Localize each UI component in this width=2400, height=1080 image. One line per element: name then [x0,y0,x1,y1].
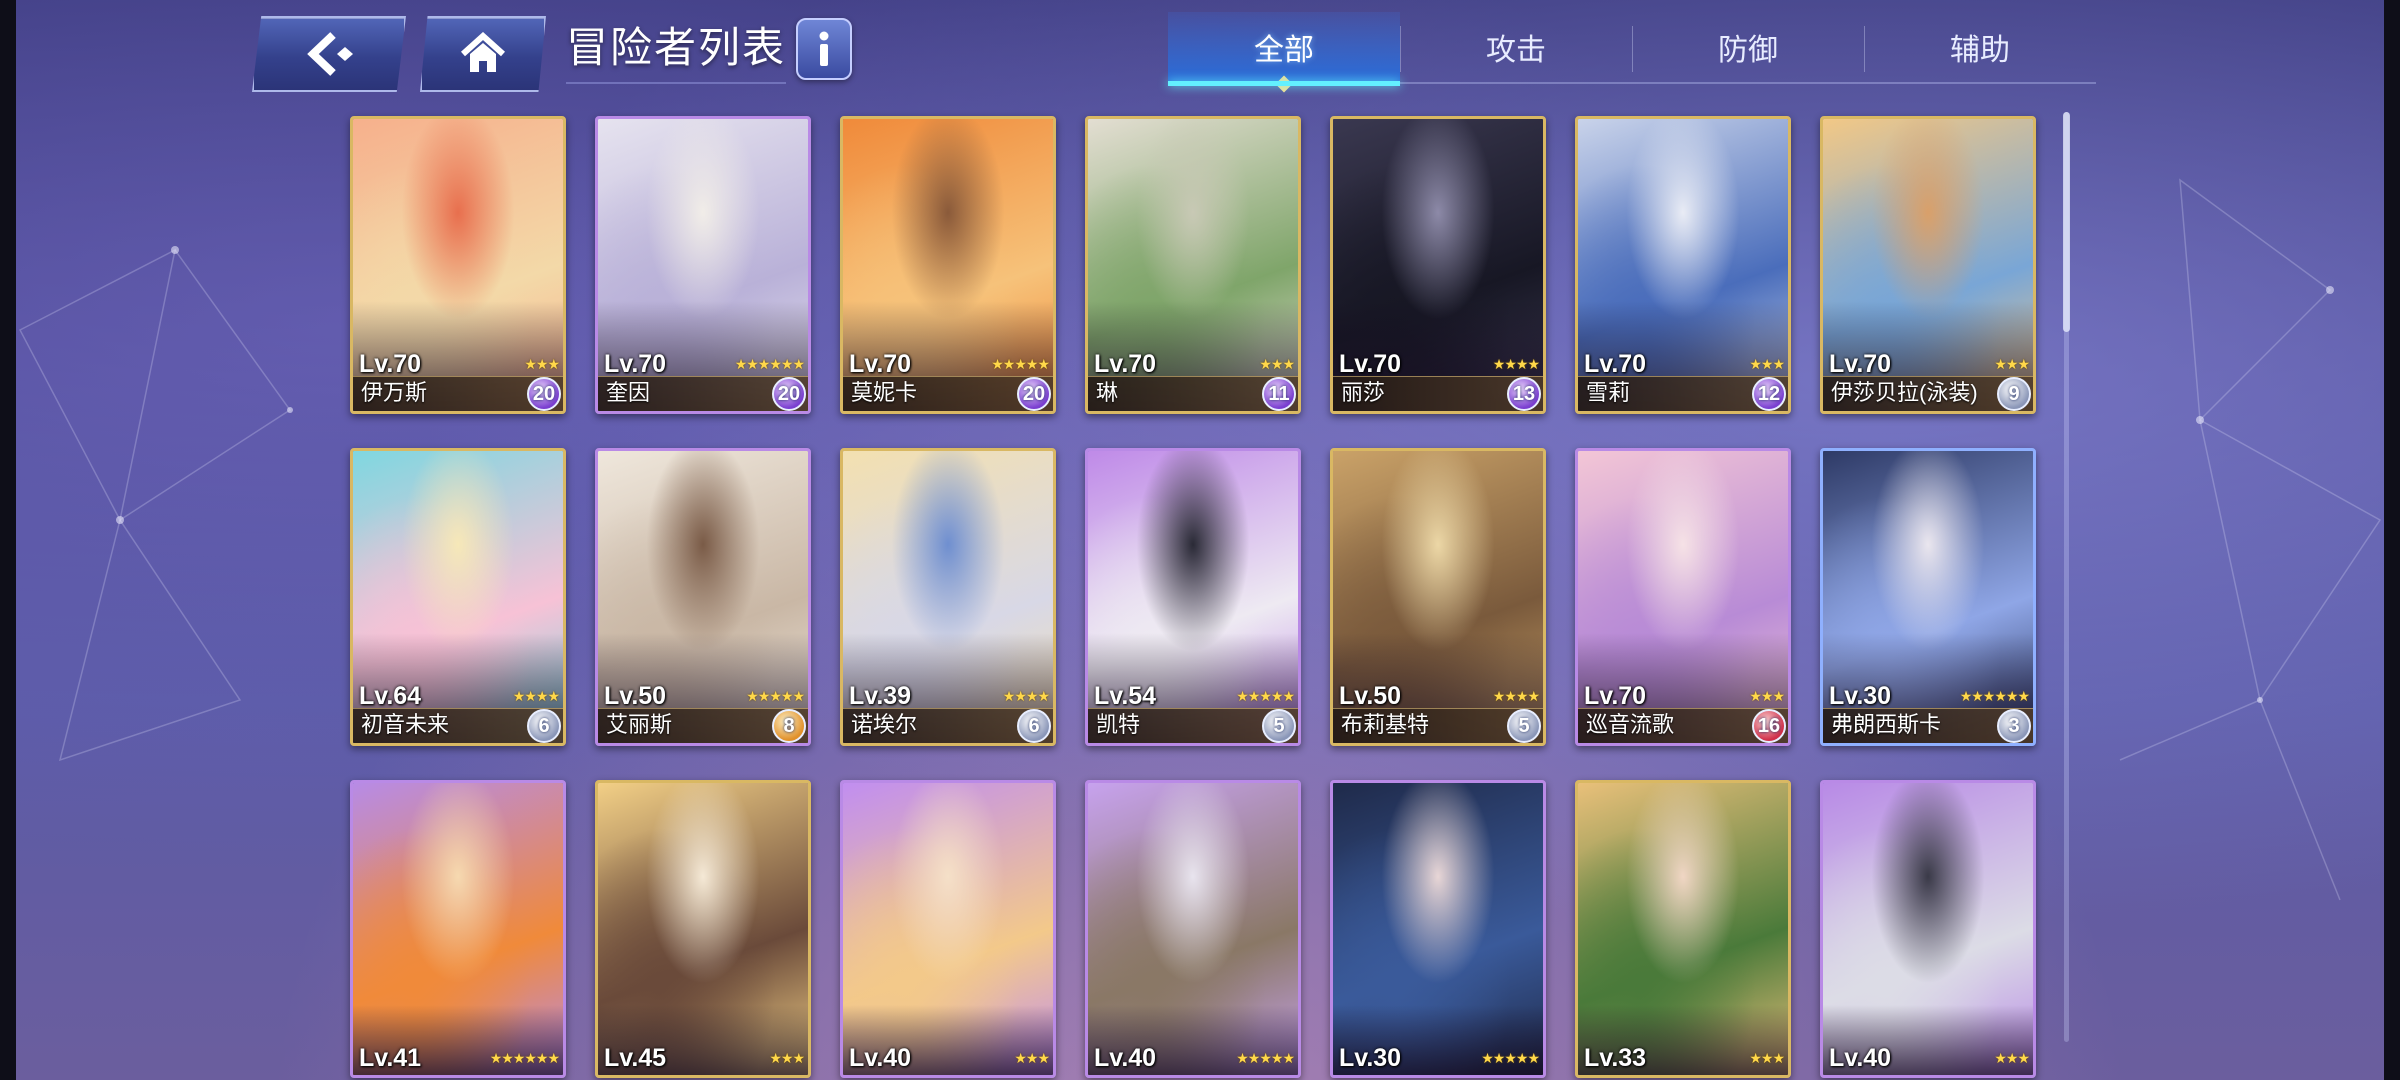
adventurer-card[interactable]: Lv.30 ★★★★★★ 弗朗西斯卡 3 [1820,448,2036,746]
scrollbar-thumb[interactable] [2063,112,2070,332]
tab-attack[interactable]: 攻击 [1400,12,1632,82]
star-rating: ★★★ [769,1050,805,1066]
adventurer-card[interactable]: Lv.54 ★★★★★ 凯特 5 [1085,448,1301,746]
rank-badge: 6 [527,709,561,743]
home-button[interactable] [420,16,546,92]
adventurer-card[interactable]: Lv.30 ★★★★★ [1330,780,1546,1078]
star-rating: ★★★★★★ [1959,688,2030,704]
star-rating: ★★★★ [1002,688,1050,704]
star-rating: ★★★ [524,356,560,372]
rank-badge: 9 [1997,377,2031,411]
star-rating: ★★★★★ [991,356,1050,372]
star-rating: ★★★★ [512,688,560,704]
star-rating: ★★★ [1749,1050,1785,1066]
adventurer-card[interactable]: Lv.70 ★★★ 琳 11 [1085,116,1301,414]
left-edge [0,0,16,1080]
rank-badge: 6 [1017,709,1051,743]
tab-support[interactable]: 辅助 [1864,12,2096,82]
character-name: 雪莉 [1586,380,1631,405]
rank-badge: 5 [1262,709,1296,743]
star-rating: ★★★★★★ [734,356,805,372]
adventurer-card[interactable]: Lv.45 ★★★ [595,780,811,1078]
rank-badge: 8 [772,709,806,743]
rank-badge: 20 [772,377,806,411]
character-name: 艾丽斯 [606,712,673,737]
star-rating: ★★★ [1994,356,2030,372]
star-rating: ★★★★★ [746,688,805,704]
character-name: 初音未来 [361,712,450,737]
character-name: 弗朗西斯卡 [1831,712,1942,737]
character-name: 巡音流歌 [1586,712,1675,737]
back-button[interactable] [252,16,406,92]
character-name: 莫妮卡 [851,380,918,405]
character-name: 凯特 [1096,712,1141,737]
rank-badge: 3 [1997,709,2031,743]
page-title: 冒险者列表 [566,18,787,84]
adventurer-card[interactable]: Lv.70 ★★★★★★ 奎因 20 [595,116,811,414]
character-name: 伊万斯 [361,380,428,405]
tab-label: 攻击 [1486,34,1546,67]
adventurer-card[interactable]: Lv.50 ★★★★ 布莉基特 5 [1330,448,1546,746]
level-label: Lv.30 [1339,1044,1402,1072]
star-rating: ★★★ [1994,1050,2030,1066]
info-button[interactable] [796,18,852,80]
rank-badge: 20 [527,377,561,411]
right-edge [2384,0,2400,1080]
adventurer-card[interactable]: Lv.41 ★★★★★★ [350,780,566,1078]
adventurer-card[interactable]: Lv.40 ★★★★★ [1085,780,1301,1078]
star-rating: ★★★ [1259,356,1295,372]
adventurer-grid: Lv.70 ★★★ 伊万斯 20 Lv.70 ★★★★★★ 奎因 20 Lv.70 ★★★★★ 莫妮… [350,116,2036,1078]
character-name: 丽莎 [1341,380,1386,405]
star-rating: ★★★★ [1492,356,1540,372]
star-rating: ★★★★★ [1481,1050,1540,1066]
adventurer-card[interactable]: Lv.70 ★★★★★ 莫妮卡 20 [840,116,1056,414]
rank-badge: 12 [1752,377,1786,411]
star-rating: ★★★ [1014,1050,1050,1066]
star-rating: ★★★ [1749,688,1785,704]
home-icon [460,32,506,72]
back-arrow-icon [307,32,353,76]
star-rating: ★★★★★★ [489,1050,560,1066]
character-name: 奎因 [606,380,651,405]
character-name: 伊莎贝拉(泳装) [1831,380,1978,405]
rank-badge: 5 [1507,709,1541,743]
level-label: Lv.41 [359,1044,422,1072]
adventurer-card[interactable]: Lv.39 ★★★★ 诺埃尔 6 [840,448,1056,746]
rank-badge: 20 [1017,377,1051,411]
star-rating: ★★★ [1749,356,1785,372]
star-rating: ★★★★★ [1236,688,1295,704]
adventurer-card[interactable]: Lv.64 ★★★★ 初音未来 6 [350,448,566,746]
adventurer-card[interactable]: Lv.70 ★★★ 雪莉 12 [1575,116,1791,414]
character-name: 布莉基特 [1341,712,1430,737]
tab-label: 辅助 [1950,34,2010,67]
info-icon [819,31,829,66]
tab-label: 全部 [1254,34,1314,67]
level-label: Lv.33 [1584,1044,1647,1072]
adventurer-card[interactable]: Lv.33 ★★★ [1575,780,1791,1078]
adventurer-card[interactable]: Lv.40 ★★★ [840,780,1056,1078]
adventurer-card[interactable]: Lv.70 ★★★ 伊莎贝拉(泳装) 9 [1820,116,2036,414]
character-name: 琳 [1096,380,1119,405]
character-name: 诺埃尔 [851,712,918,737]
tab-defense[interactable]: 防御 [1632,12,1864,82]
level-label: Lv.40 [1094,1044,1157,1072]
star-rating: ★★★★★ [1236,1050,1295,1066]
adventurer-card[interactable]: Lv.70 ★★★ 巡音流歌 16 [1575,448,1791,746]
active-tab-marker [1275,75,1293,93]
filter-tabs: 全部 攻击 防御 辅助 [1168,12,2096,93]
star-rating: ★★★★ [1492,688,1540,704]
tab-label: 防御 [1718,34,1778,67]
level-label: Lv.40 [1829,1044,1892,1072]
level-label: Lv.45 [604,1044,667,1072]
adventurer-card[interactable]: Lv.70 ★★★★ 丽莎 13 [1330,116,1546,414]
adventurer-card[interactable]: Lv.70 ★★★ 伊万斯 20 [350,116,566,414]
level-label: Lv.40 [849,1044,912,1072]
adventurer-card[interactable]: Lv.50 ★★★★★ 艾丽斯 8 [595,448,811,746]
adventurer-card[interactable]: Lv.40 ★★★ [1820,780,2036,1078]
tab-all[interactable]: 全部 [1168,12,1400,93]
rank-badge: 11 [1262,377,1296,411]
rank-badge: 16 [1752,709,1786,743]
rank-badge: 13 [1507,377,1541,411]
